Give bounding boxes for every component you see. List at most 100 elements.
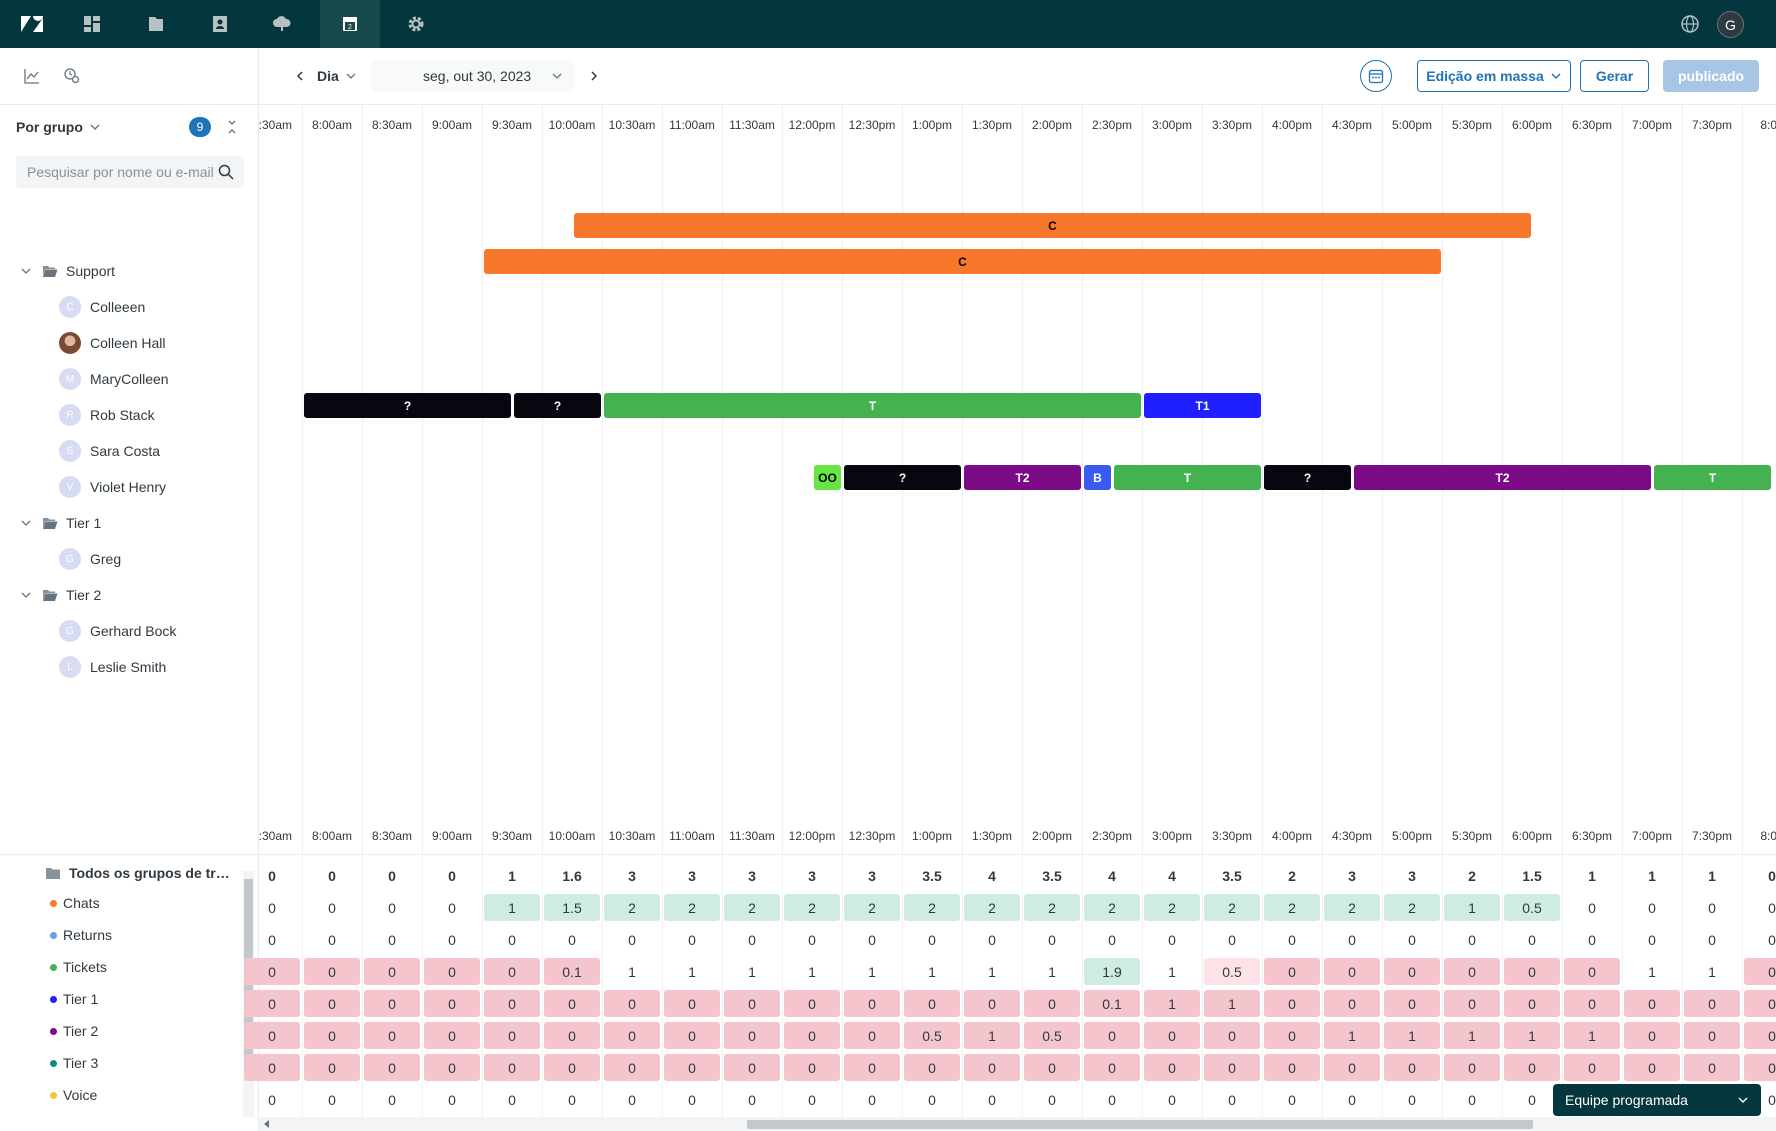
coverage-cell: 1: [508, 867, 516, 884]
coverage-cell: 0: [784, 990, 840, 1017]
agent-row[interactable]: L Leslie Smith: [59, 655, 166, 679]
coverage-column-line: [362, 855, 363, 1131]
coverage-cell: 0: [688, 1091, 696, 1108]
coverage-cell: 2: [1264, 894, 1320, 921]
date-picker[interactable]: seg, out 30, 2023: [371, 60, 575, 92]
all-groups-row[interactable]: Todos os grupos de trabalho: [45, 865, 234, 881]
forecast-button[interactable]: [1360, 60, 1392, 92]
globe-icon[interactable]: [1678, 12, 1702, 36]
coverage-column-line: [482, 855, 483, 1131]
shift-block[interactable]: ?: [514, 393, 601, 418]
time-settings-icon[interactable]: [60, 64, 84, 88]
collapse-all-icon[interactable]: [224, 118, 240, 136]
coverage-cell: 2: [1288, 867, 1296, 884]
coverage-cell: 3: [1348, 867, 1356, 884]
coverage-cell: 2: [604, 894, 660, 921]
shift-block[interactable]: T2: [964, 465, 1081, 490]
horizontal-scroll-thumb[interactable]: [747, 1120, 1533, 1129]
shift-block[interactable]: T1: [1144, 393, 1261, 418]
coverage-cell: 3: [628, 867, 636, 884]
chevron-down-icon[interactable]: [20, 265, 32, 277]
scroll-left-icon[interactable]: [264, 1120, 269, 1128]
chevron-down-icon[interactable]: [20, 589, 32, 601]
agent-row[interactable]: S Sara Costa: [59, 439, 160, 463]
hour-label-bottom: 12:30pm: [848, 829, 896, 843]
category-row[interactable]: Returns: [50, 927, 112, 943]
generate-button[interactable]: Gerar: [1580, 60, 1649, 92]
bulk-edit-button[interactable]: Edição em massa: [1417, 60, 1571, 92]
shift-block[interactable]: T: [1114, 465, 1261, 490]
group-folder-tier-2[interactable]: Tier 2: [20, 585, 101, 605]
coverage-cell: 2: [904, 894, 960, 921]
coverage-cell: 0: [988, 1091, 996, 1108]
hour-label-top: 7:00pm: [1631, 118, 1673, 132]
previous-day-button[interactable]: [288, 64, 312, 88]
category-row[interactable]: Voice: [50, 1087, 97, 1103]
agent-row[interactable]: Colleen Hall: [59, 331, 165, 355]
coverage-cell: 0: [784, 1054, 840, 1081]
next-day-button[interactable]: [582, 64, 606, 88]
coverage-cell: 3: [808, 867, 816, 884]
agent-row[interactable]: C Colleeen: [59, 295, 145, 319]
shift-block[interactable]: T2: [1354, 465, 1651, 490]
shift-block[interactable]: T: [604, 393, 1141, 418]
chevron-right-icon: [591, 71, 598, 81]
coverage-cell: 0: [1384, 990, 1440, 1017]
group-by-dropdown[interactable]: Por grupo: [16, 119, 101, 135]
category-row[interactable]: Tier 3: [50, 1055, 98, 1071]
category-row[interactable]: Chats: [50, 895, 100, 911]
coverage-horizontal-scrollbar[interactable]: [259, 1117, 1776, 1131]
chevron-down-icon[interactable]: [20, 517, 32, 529]
agent-row[interactable]: M MaryColleen: [59, 367, 169, 391]
group-folder-support[interactable]: Support: [20, 261, 115, 281]
user-avatar[interactable]: G: [1717, 11, 1744, 38]
agent-name: Colleeen: [90, 299, 146, 315]
category-row[interactable]: Tier 1: [50, 991, 98, 1007]
coverage-cell: 0: [424, 990, 480, 1017]
contacts-icon[interactable]: [190, 0, 250, 48]
agent-row[interactable]: G Gerhard Bock: [59, 619, 176, 643]
calendar-icon[interactable]: 2: [320, 0, 380, 48]
category-dot: [50, 995, 57, 1003]
avatar: [59, 332, 81, 354]
shift-block[interactable]: T: [1654, 465, 1771, 490]
agent-row[interactable]: V Violet Henry: [59, 475, 166, 499]
category-row[interactable]: Tier 2: [50, 1023, 98, 1039]
coverage-cell: 1: [1444, 1022, 1500, 1049]
group-folder-tier-1[interactable]: Tier 1: [20, 513, 101, 533]
shift-block[interactable]: ?: [844, 465, 961, 490]
schedule-timeline: 7:30am 7:30am 8:00am 8:00am 8:30am 8:30am 9:00…: [259, 105, 1776, 854]
coverage-cell: 0: [1504, 990, 1560, 1017]
shift-block[interactable]: OO: [814, 465, 841, 490]
agent-row[interactable]: R Rob Stack: [59, 403, 155, 427]
gear-icon[interactable]: [386, 0, 446, 48]
coverage-column-line: [1442, 855, 1443, 1131]
cloud-icon[interactable]: [252, 0, 312, 48]
hour-label-top: 1:00pm: [911, 118, 953, 132]
shift-block[interactable]: C: [574, 213, 1531, 238]
agent-search-input[interactable]: [27, 164, 217, 180]
shift-block[interactable]: ?: [304, 393, 511, 418]
coverage-cell: 0: [628, 931, 636, 948]
shift-block[interactable]: C: [484, 249, 1441, 274]
coverage-cell: 3: [688, 867, 696, 884]
dashboard-icon[interactable]: [62, 0, 122, 48]
category-row[interactable]: Tickets: [50, 959, 107, 975]
coverage-cell: 0: [328, 931, 336, 948]
scheduled-team-label: Equipe programada: [1565, 1092, 1688, 1108]
zendesk-logo-icon[interactable]: [2, 0, 62, 48]
coverage-cell: 4: [1108, 867, 1116, 884]
agent-row[interactable]: G Greg: [59, 547, 121, 571]
avatar: C: [59, 296, 81, 318]
coverage-cell: 0: [808, 931, 816, 948]
view-mode-select[interactable]: Dia: [317, 60, 369, 92]
coverage-cell: 0: [448, 931, 456, 948]
chart-icon[interactable]: [20, 64, 44, 88]
search-icon[interactable]: [218, 164, 234, 180]
shift-block[interactable]: ?: [1264, 465, 1351, 490]
scheduled-team-select[interactable]: Equipe programada: [1553, 1084, 1761, 1116]
folder-icon[interactable]: [126, 0, 186, 48]
publish-button[interactable]: publicado: [1663, 60, 1759, 92]
coverage-cell: 0: [244, 958, 300, 985]
shift-block[interactable]: B: [1084, 465, 1111, 490]
